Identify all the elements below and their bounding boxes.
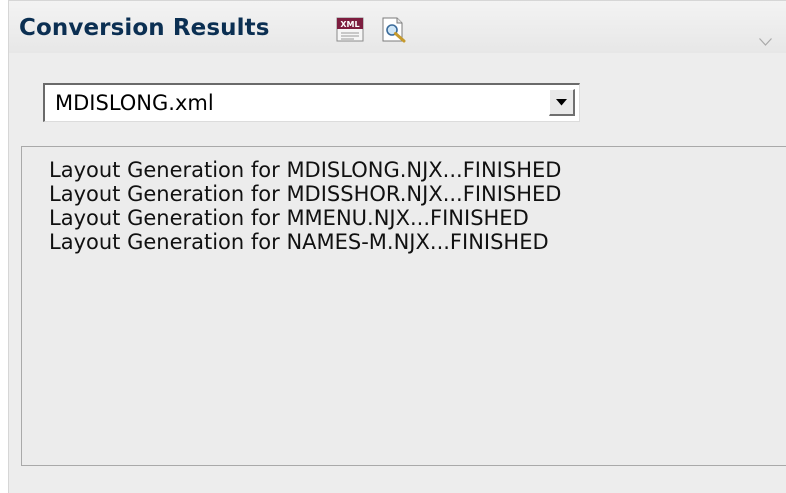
xml-file-icon[interactable]: XML (336, 17, 364, 42)
conversion-results-panel: Conversion Results XML MDISLONG.xml Layo… (8, 0, 786, 493)
file-select-value: MDISLONG.xml (55, 91, 214, 115)
dropdown-button[interactable] (549, 89, 575, 116)
svg-text:XML: XML (340, 20, 359, 29)
chevron-down-icon[interactable] (759, 31, 772, 46)
results-output-box: Layout Generation for MDISLONG.NJX...FIN… (21, 146, 786, 466)
panel-title: Conversion Results (19, 15, 270, 41)
dropdown-arrow-icon (556, 99, 567, 106)
file-select[interactable]: MDISLONG.xml (43, 83, 580, 122)
result-line: Layout Generation for MDISLONG.NJX...FIN… (49, 158, 562, 182)
result-line: Layout Generation for NAMES-M.NJX...FINI… (49, 230, 549, 254)
panel-header: Conversion Results XML (9, 1, 786, 53)
print-preview-icon[interactable] (380, 17, 408, 43)
result-line: Layout Generation for MDISSHOR.NJX...FIN… (49, 182, 562, 206)
result-line: Layout Generation for MMENU.NJX...FINISH… (49, 206, 529, 230)
